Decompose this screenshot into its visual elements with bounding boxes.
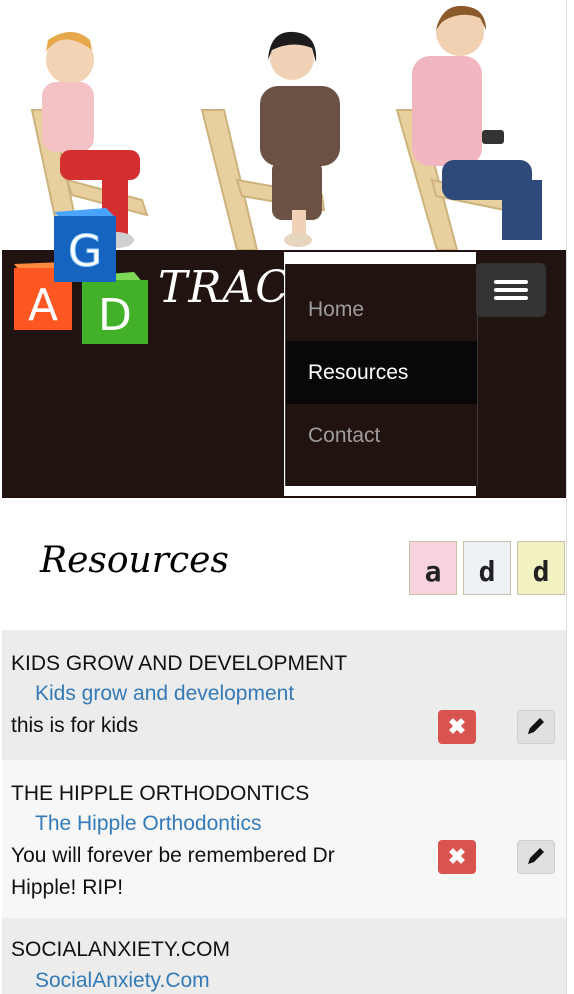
resource-title: KIDS GROW AND DEVELOPMENT bbox=[11, 652, 348, 675]
edit-button[interactable] bbox=[517, 710, 555, 744]
close-icon: ✖ bbox=[447, 844, 467, 869]
resource-item: SOCIALANXIETY.COM SocialAnxiety.Com bbox=[2, 918, 566, 994]
close-icon: ✖ bbox=[447, 714, 467, 739]
resource-title: THE HIPPLE ORTHODONTICS bbox=[11, 782, 310, 805]
nav-item-contact[interactable]: Contact bbox=[286, 404, 477, 467]
hamburger-icon bbox=[494, 280, 528, 284]
navbar: G A D TRAC Home Resources Contact bbox=[2, 208, 566, 498]
resource-item: KIDS GROW AND DEVELOPMENT Kids grow and … bbox=[2, 630, 566, 760]
pencil-icon bbox=[528, 848, 544, 864]
resource-title: SOCIALANXIETY.COM bbox=[11, 938, 231, 961]
nav-item-resources[interactable]: Resources bbox=[286, 341, 477, 404]
logo-letter-d: D bbox=[98, 290, 132, 341]
hamburger-menu-button[interactable] bbox=[476, 263, 546, 317]
resource-link[interactable]: Kids grow and development bbox=[35, 682, 294, 706]
resource-item: THE HIPPLE ORTHODONTICS The Hipple Ortho… bbox=[2, 760, 566, 918]
resource-description: You will forever be remembered Dr Hipple… bbox=[11, 844, 335, 899]
page-frame: G A D TRAC Home Resources Contact Resour… bbox=[2, 0, 566, 994]
nav-menu-dropdown: Home Resources Contact bbox=[284, 252, 478, 496]
logo-blocks-icon[interactable]: G A D bbox=[10, 204, 160, 344]
delete-button[interactable]: ✖ bbox=[438, 710, 476, 744]
delete-button[interactable]: ✖ bbox=[438, 840, 476, 874]
nav-item-home[interactable]: Home bbox=[286, 278, 477, 341]
logo-letter-a: A bbox=[28, 280, 58, 331]
add-block-a: a bbox=[409, 541, 457, 595]
add-block-d1: d bbox=[463, 541, 511, 595]
logo-text[interactable]: TRAC bbox=[158, 262, 290, 313]
page-title: Resources bbox=[40, 540, 229, 581]
page-edge bbox=[566, 0, 567, 994]
pencil-icon bbox=[528, 718, 544, 734]
resource-description: this is for kids bbox=[11, 714, 139, 737]
edit-button[interactable] bbox=[517, 840, 555, 874]
add-block-d2: d bbox=[517, 541, 565, 595]
resource-link[interactable]: The Hipple Orthodontics bbox=[35, 812, 261, 836]
resource-link[interactable]: SocialAnxiety.Com bbox=[35, 969, 210, 993]
logo-letter-g: G bbox=[68, 226, 102, 277]
